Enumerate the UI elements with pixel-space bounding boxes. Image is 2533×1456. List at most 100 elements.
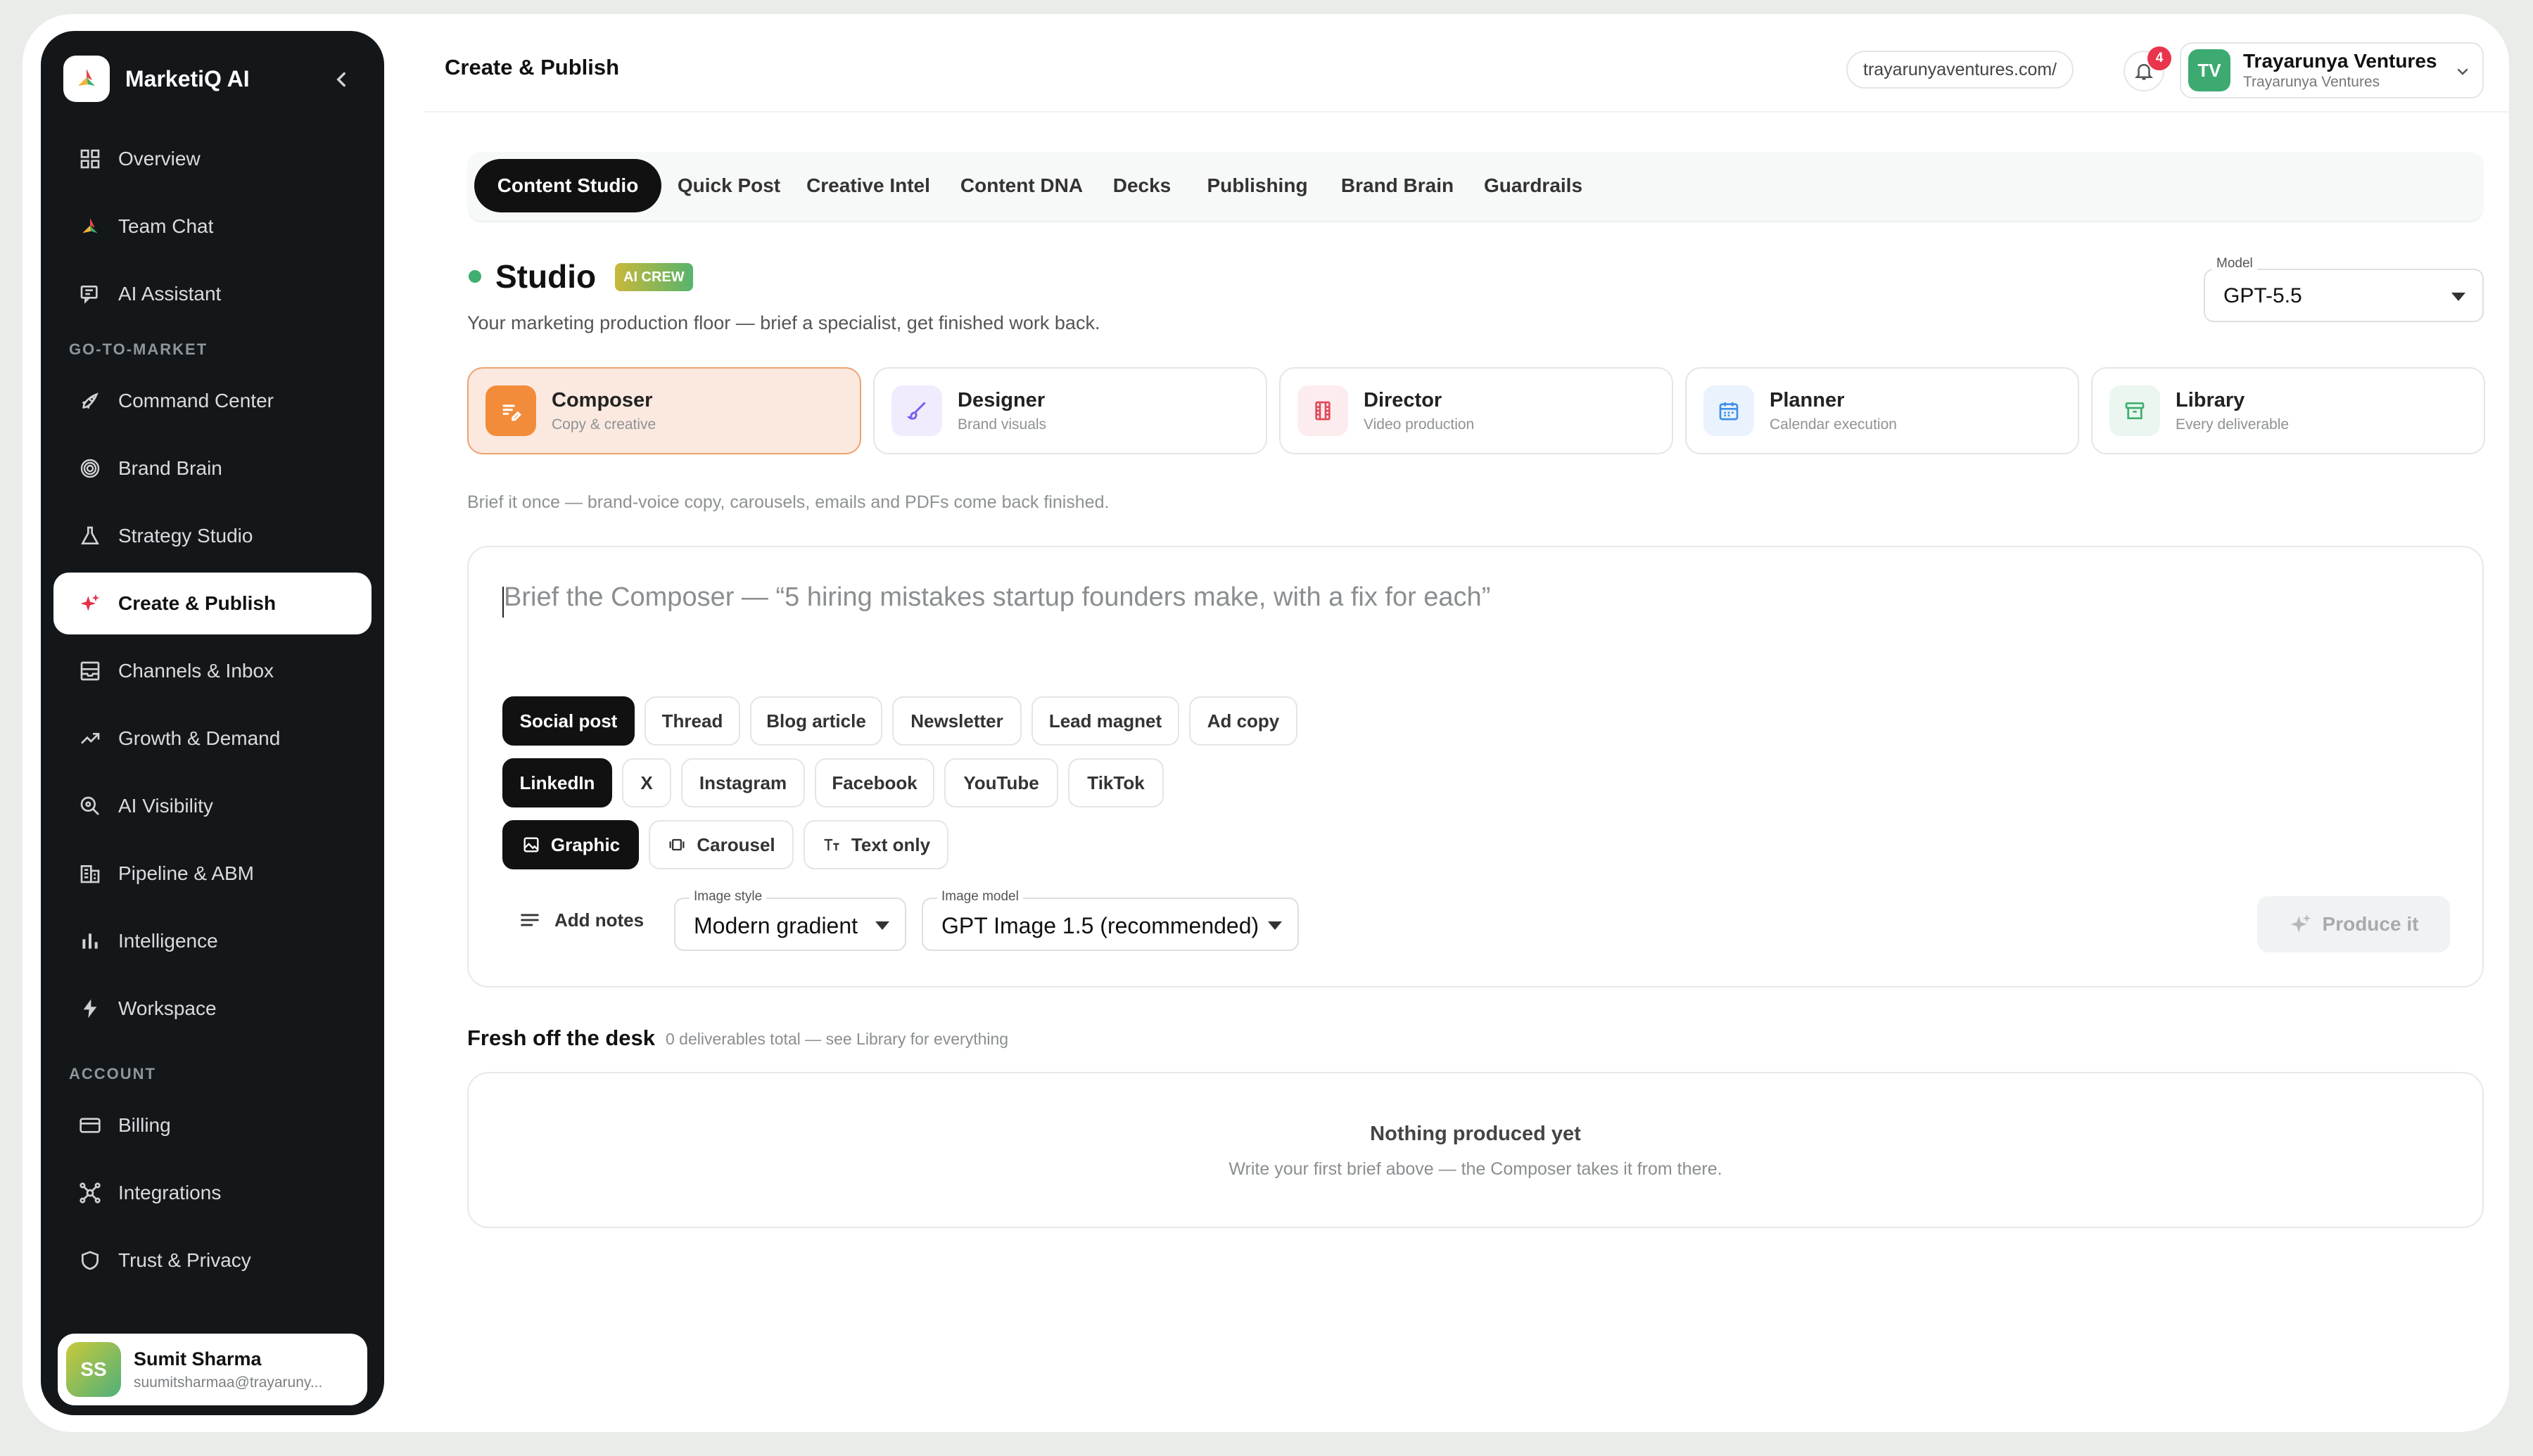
specialist-planner[interactable]: Planner Calendar execution [1685, 367, 2079, 454]
platform-chip-instagram[interactable]: Instagram [681, 758, 805, 807]
specialist-name: Planner [1770, 388, 1845, 411]
sparkles-icon [2290, 914, 2311, 933]
tab-brand-brain[interactable]: Brand Brain [1334, 159, 1461, 212]
tab-bar: Content Studio Quick Post Creative Intel… [467, 152, 2484, 222]
platform-chip-tiktok[interactable]: TikTok [1068, 758, 1164, 807]
grid-icon [80, 149, 100, 169]
collapse-sidebar-icon[interactable] [329, 68, 353, 91]
visual-chip-graphic[interactable]: Graphic [502, 820, 639, 869]
specialist-director[interactable]: Director Video production [1279, 367, 1673, 454]
archive-icon [2109, 385, 2160, 436]
image-icon [523, 837, 539, 852]
model-label: Model [2212, 256, 2257, 272]
avatar: SS [66, 1342, 121, 1397]
empty-state-card: Nothing produced yet Write your first br… [467, 1072, 2484, 1228]
format-chip-blog-article[interactable]: Blog article [750, 696, 882, 746]
visual-chip-text-only[interactable]: Text only [804, 820, 948, 869]
chip-label: Carousel [697, 834, 775, 855]
sidebar-item-pipeline-abm[interactable]: Pipeline & ABM [53, 843, 372, 905]
sidebar-item-workspace[interactable]: Workspace [53, 978, 372, 1040]
platform-chip-linkedin[interactable]: LinkedIn [502, 758, 612, 807]
sidebar-item-integrations[interactable]: Integrations [53, 1162, 372, 1224]
produce-label: Produce it [2322, 913, 2419, 935]
spark-logo-icon [82, 218, 98, 234]
website-url-chip[interactable]: trayarunyaventures.com/ [1846, 51, 2074, 89]
model-select[interactable]: GPT-5.5 [2204, 269, 2484, 322]
user-profile-card[interactable]: SS Sumit Sharma suumitsharmaa@trayaruny.… [58, 1334, 367, 1405]
trend-up-icon [81, 733, 100, 744]
produce-button[interactable]: Produce it [2257, 896, 2450, 952]
building-icon [80, 865, 100, 883]
format-chip-social-post[interactable]: Social post [502, 696, 635, 746]
tab-content-studio[interactable]: Content Studio [474, 159, 661, 212]
image-style-select[interactable]: Image style Modern gradient [674, 889, 906, 951]
brand[interactable]: MarketiQ AI [63, 52, 250, 106]
credit-card-icon [80, 1118, 101, 1133]
section-label-account: ACCOUNT [69, 1065, 156, 1083]
specialist-desc: Brand visuals [958, 416, 1047, 433]
bar-chart-icon [82, 933, 98, 949]
desk-meta: 0 deliverables total — see Library for e… [666, 1030, 1009, 1048]
sidebar-item-trust-privacy[interactable]: Trust & Privacy [53, 1230, 372, 1291]
add-notes-button[interactable]: Add notes [518, 899, 644, 941]
specialist-desc: Calendar execution [1770, 416, 1897, 433]
visual-chip-carousel[interactable]: Carousel [649, 820, 794, 869]
specialist-desc: Copy & creative [552, 416, 656, 433]
platform-chip-x[interactable]: X [622, 758, 671, 807]
specialist-name: Composer [552, 388, 653, 411]
user-email: suumitsharmaa@trayaruny... [134, 1374, 323, 1391]
tab-content-dna[interactable]: Content DNA [953, 159, 1091, 212]
account-subtitle: Trayarunya Ventures [2243, 74, 2380, 90]
sidebar-item-ai-visibility[interactable]: AI Visibility [53, 775, 372, 837]
avatar: TV [2188, 49, 2230, 91]
composer-card: Social post Thread Blog article Newslett… [467, 546, 2484, 988]
sidebar-item-command-center[interactable]: Command Center [53, 370, 372, 432]
sidebar-item-label: Team Chat [118, 215, 214, 237]
sidebar-item-label: Billing [118, 1114, 171, 1136]
brand-name: MarketiQ AI [125, 65, 250, 91]
format-chip-newsletter[interactable]: Newsletter [892, 696, 1022, 746]
carousel-icon [669, 838, 685, 851]
format-chip-thread[interactable]: Thread [645, 696, 740, 746]
sidebar-item-create-publish[interactable]: Create & Publish [53, 573, 372, 634]
sidebar-item-intelligence[interactable]: Intelligence [53, 910, 372, 972]
sidebar-item-label: Trust & Privacy [118, 1249, 251, 1271]
film-icon [1297, 385, 1348, 436]
search-eye-icon [80, 796, 99, 815]
brief-input[interactable] [504, 582, 2404, 613]
tab-publishing[interactable]: Publishing [1195, 159, 1320, 212]
tab-decks[interactable]: Decks [1103, 159, 1181, 212]
brush-icon [891, 385, 942, 436]
sidebar-item-channels-inbox[interactable]: Channels & Inbox [53, 640, 372, 702]
platform-chip-youtube[interactable]: YouTube [944, 758, 1058, 807]
sidebar-item-growth-demand[interactable]: Growth & Demand [53, 708, 372, 769]
sidebar-item-label: Command Center [118, 390, 274, 411]
tab-creative-intel[interactable]: Creative Intel [798, 159, 939, 212]
tab-quick-post[interactable]: Quick Post [675, 159, 782, 212]
format-chip-ad-copy[interactable]: Ad copy [1189, 696, 1297, 746]
specialist-designer[interactable]: Designer Brand visuals [873, 367, 1267, 454]
sidebar-item-billing[interactable]: Billing [53, 1094, 372, 1156]
tab-guardrails[interactable]: Guardrails [1475, 159, 1592, 212]
account-name: Trayarunya Ventures [2243, 50, 2437, 72]
composer-hint: Brief it once — brand-voice copy, carous… [467, 492, 1110, 512]
platform-chip-facebook[interactable]: Facebook [815, 758, 934, 807]
sidebar-item-strategy-studio[interactable]: Strategy Studio [53, 505, 372, 567]
notes-lines-icon [521, 914, 539, 926]
specialist-composer[interactable]: Composer Copy & creative [467, 367, 861, 454]
fingerprint-icon [80, 459, 100, 478]
sidebar-item-label: Integrations [118, 1182, 222, 1203]
sidebar-item-brand-brain[interactable]: Brand Brain [53, 438, 372, 499]
sidebar-item-team-chat[interactable]: Team Chat [53, 196, 372, 257]
sidebar-item-label: Strategy Studio [118, 525, 253, 547]
image-model-select[interactable]: Image model GPT Image 1.5 (recommended) [922, 889, 1299, 951]
account-switcher[interactable]: TV Trayarunya Ventures Trayarunya Ventur… [2180, 42, 2484, 98]
page-title: Create & Publish [445, 55, 620, 79]
specialist-library[interactable]: Library Every deliverable [2091, 367, 2485, 454]
flask-icon [81, 526, 99, 544]
sidebar-item-ai-assistant[interactable]: AI Assistant [53, 263, 372, 325]
main-content: Create & Publish trayarunyaventures.com/… [424, 14, 2509, 1432]
sidebar-item-overview[interactable]: Overview [53, 128, 372, 190]
format-chip-lead-magnet[interactable]: Lead magnet [1031, 696, 1179, 746]
sidebar-item-label: Brand Brain [118, 457, 222, 479]
